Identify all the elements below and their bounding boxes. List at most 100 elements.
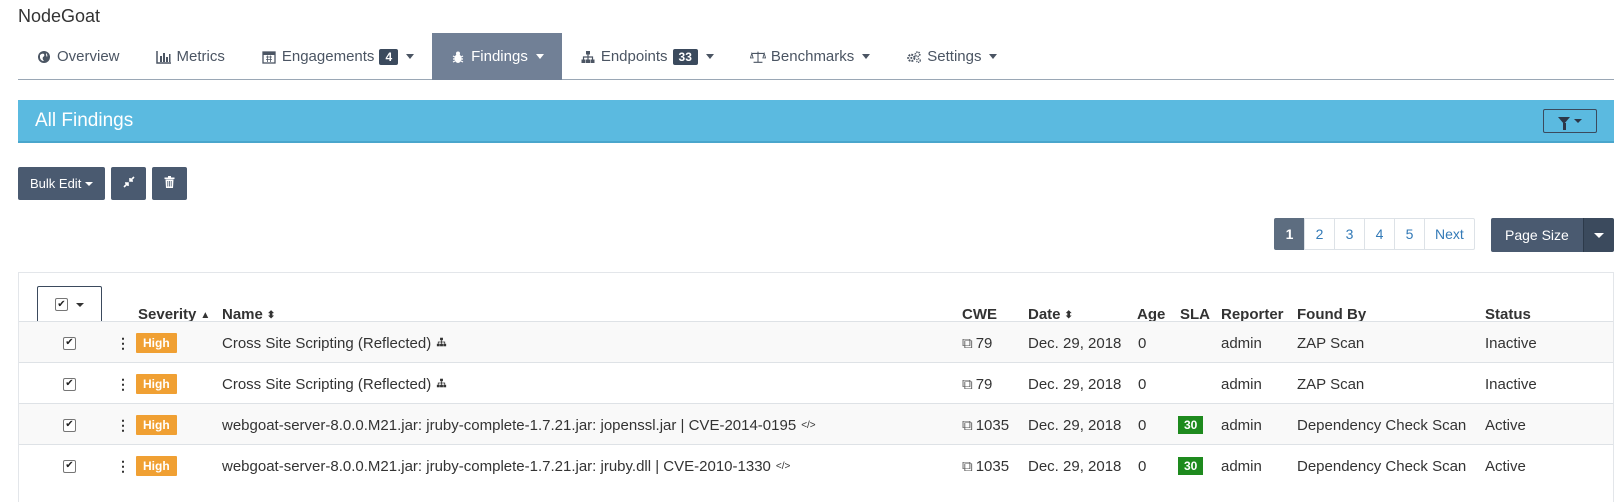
cwe-link[interactable]: 1035 bbox=[976, 417, 1009, 434]
chevron-down-icon bbox=[862, 54, 871, 59]
external-link-icon[interactable]: ⧉ bbox=[962, 376, 973, 393]
external-link-icon[interactable]: ⧉ bbox=[962, 458, 973, 475]
sitemap-icon bbox=[436, 337, 447, 350]
page-2-link[interactable]: 2 bbox=[1304, 218, 1335, 250]
page-size-button[interactable]: Page Size bbox=[1491, 218, 1583, 252]
nav-benchmarks[interactable]: Benchmarks bbox=[732, 33, 888, 80]
finding-name-link[interactable]: webgoat-server-8.0.0.M21.jar: jruby-comp… bbox=[222, 458, 771, 475]
next-page-link[interactable]: Next bbox=[1424, 218, 1475, 250]
sort-icon: ⬍ bbox=[1064, 310, 1073, 321]
panel-title: All Findings bbox=[35, 109, 134, 131]
table-row: ✔ ⋮ High webgoat-server-8.0.0.M21.jar: j… bbox=[19, 444, 1613, 486]
page-3-link[interactable]: 3 bbox=[1334, 218, 1365, 250]
nav-settings-label: Settings bbox=[927, 48, 982, 65]
finding-name-link[interactable]: Cross Site Scripting (Reflected) bbox=[222, 376, 431, 393]
row-actions-menu-icon[interactable]: ⋮ bbox=[116, 458, 130, 475]
nav-overview-label: Overview bbox=[57, 48, 120, 65]
row-checkbox[interactable]: ✔ bbox=[63, 336, 76, 350]
nav-benchmarks-label: Benchmarks bbox=[770, 48, 855, 65]
chevron-down-icon bbox=[1574, 118, 1582, 123]
finding-age: 0 bbox=[1138, 457, 1147, 475]
select-all-checkbox[interactable]: ✔ bbox=[55, 298, 68, 311]
findings-table: ✔ Severity ▲ Name ⬍ CWE Date ⬍ Age SLA Repo… bbox=[18, 272, 1614, 502]
nav-engagements-label: Engagements bbox=[281, 48, 375, 65]
cogs-icon bbox=[906, 49, 922, 65]
page-4-link[interactable]: 4 bbox=[1364, 218, 1395, 250]
merge-findings-button[interactable] bbox=[111, 167, 147, 200]
endpoints-count-badge: 33 bbox=[672, 48, 698, 65]
finding-date: Dec. 29, 2018 bbox=[1028, 457, 1122, 475]
bar-chart-icon bbox=[155, 49, 172, 65]
row-checkbox[interactable]: ✔ bbox=[63, 377, 76, 391]
finding-status: Inactive bbox=[1485, 375, 1537, 393]
bulk-toolbar: Bulk Edit bbox=[18, 167, 188, 200]
bulk-edit-button[interactable]: Bulk Edit bbox=[18, 167, 106, 200]
table-row: ✔ ⋮ High Cross Site Scripting (Reflected… bbox=[19, 362, 1613, 404]
nav-overview[interactable]: Overview bbox=[18, 33, 138, 80]
code-icon: </> bbox=[775, 460, 791, 472]
table-row: ✔ ⋮ High webgoat-server-8.0.0.M21.jar: j… bbox=[19, 403, 1613, 445]
finding-found-by: Dependency Check Scan bbox=[1297, 416, 1467, 434]
finding-age: 0 bbox=[1138, 334, 1147, 352]
nav-endpoints[interactable]: Endpoints 33 bbox=[562, 33, 732, 80]
severity-badge: High bbox=[136, 374, 177, 394]
sitemap-icon bbox=[580, 49, 596, 65]
finding-name-link[interactable]: webgoat-server-8.0.0.M21.jar: jruby-comp… bbox=[222, 417, 796, 434]
app-title[interactable]: NodeGoat bbox=[18, 6, 100, 27]
external-link-icon[interactable]: ⧉ bbox=[962, 335, 973, 352]
finding-found-by: ZAP Scan bbox=[1297, 375, 1365, 393]
finding-reporter: admin bbox=[1221, 457, 1262, 475]
severity-badge: High bbox=[136, 415, 177, 435]
table-row: ✔ ⋮ High Cross Site Scripting (Reflected… bbox=[19, 321, 1613, 363]
page-5-link[interactable]: 5 bbox=[1394, 218, 1425, 250]
chevron-down-icon bbox=[1593, 232, 1604, 238]
external-link-icon[interactable]: ⧉ bbox=[962, 417, 973, 434]
severity-badge: High bbox=[136, 333, 177, 353]
pagination: 1 2 3 4 5 Next bbox=[1274, 218, 1475, 250]
nav-settings[interactable]: Settings bbox=[888, 33, 1015, 80]
sort-icon: ⬍ bbox=[266, 310, 276, 321]
finding-date: Dec. 29, 2018 bbox=[1028, 334, 1122, 352]
nav-findings[interactable]: Findings bbox=[432, 33, 562, 80]
row-actions-menu-icon[interactable]: ⋮ bbox=[116, 335, 130, 352]
sla-badge: 30 bbox=[1178, 416, 1204, 434]
nav-engagements[interactable]: Engagements 4 bbox=[243, 33, 432, 80]
findings-panel-header: All Findings bbox=[18, 100, 1614, 143]
bug-icon bbox=[450, 49, 466, 65]
chevron-down-icon bbox=[535, 54, 544, 59]
select-all-dropdown[interactable]: ✔ bbox=[37, 286, 102, 323]
finding-date: Dec. 29, 2018 bbox=[1028, 375, 1122, 393]
chevron-down-icon bbox=[85, 181, 94, 186]
engagements-count-badge: 4 bbox=[379, 48, 399, 65]
nav-metrics[interactable]: Metrics bbox=[138, 33, 243, 80]
cwe-link[interactable]: 79 bbox=[976, 376, 993, 393]
balance-scale-icon bbox=[749, 49, 766, 65]
compress-icon bbox=[123, 176, 135, 191]
finding-reporter: admin bbox=[1221, 375, 1262, 393]
code-icon: </> bbox=[801, 419, 816, 431]
row-checkbox[interactable]: ✔ bbox=[63, 459, 76, 473]
sitemap-icon bbox=[436, 378, 447, 391]
delete-findings-button[interactable] bbox=[152, 167, 188, 200]
page-size-dropdown-toggle[interactable] bbox=[1582, 218, 1614, 252]
page-size-control: Page Size bbox=[1491, 218, 1614, 252]
finding-age: 0 bbox=[1138, 375, 1147, 393]
finding-reporter: admin bbox=[1221, 416, 1262, 434]
nav-findings-label: Findings bbox=[471, 48, 528, 65]
finding-reporter: admin bbox=[1221, 334, 1262, 352]
filter-button[interactable] bbox=[1543, 108, 1597, 133]
row-checkbox[interactable]: ✔ bbox=[63, 418, 76, 432]
chevron-down-icon bbox=[76, 302, 84, 307]
page-1-link[interactable]: 1 bbox=[1274, 218, 1305, 250]
sla-badge: 30 bbox=[1178, 457, 1204, 475]
row-actions-menu-icon[interactable]: ⋮ bbox=[116, 417, 130, 434]
cwe-link[interactable]: 1035 bbox=[976, 458, 1009, 475]
row-actions-menu-icon[interactable]: ⋮ bbox=[116, 376, 130, 393]
finding-status: Inactive bbox=[1485, 334, 1537, 352]
finding-name-link[interactable]: Cross Site Scripting (Reflected) bbox=[222, 335, 431, 352]
globe-icon bbox=[36, 49, 52, 65]
filter-icon bbox=[1558, 117, 1570, 130]
nav-metrics-label: Metrics bbox=[176, 48, 225, 65]
cwe-link[interactable]: 79 bbox=[976, 335, 993, 352]
calendar-icon bbox=[261, 49, 277, 65]
